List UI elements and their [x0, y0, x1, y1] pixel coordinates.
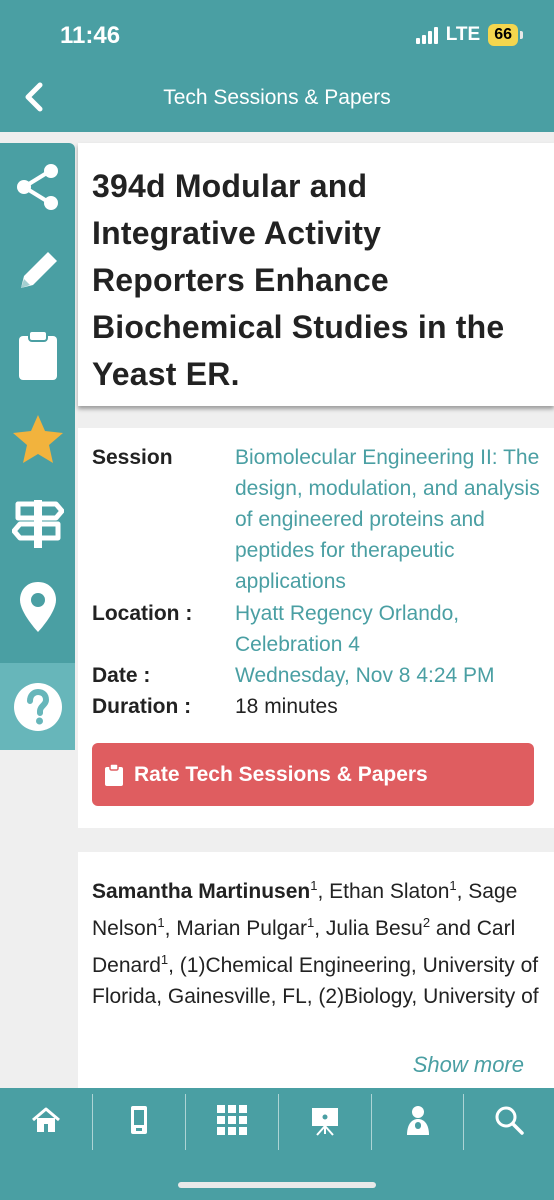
action-sidebar — [0, 143, 75, 750]
help-icon — [13, 682, 62, 731]
author-name: Marian Pulgar — [176, 917, 308, 940]
grid-icon — [217, 1105, 247, 1135]
clipboard-button[interactable] — [0, 315, 75, 395]
session-label: Session — [92, 446, 173, 469]
show-more-link[interactable]: Show more — [413, 1052, 524, 1078]
share-button[interactable] — [0, 147, 75, 227]
date-label: Date : — [92, 664, 151, 687]
location-button[interactable] — [0, 567, 75, 647]
author-name: Ethan Slaton — [329, 880, 450, 903]
location-row: Location : Hyatt Regency Orlando, Celebr… — [92, 598, 545, 660]
network-label: LTE — [445, 24, 481, 45]
session-details-card: Session Biomolecular Engineering II: The… — [78, 428, 554, 828]
authors-card: Samantha Martinusen1, Ethan Slaton1, Sag… — [78, 852, 554, 1088]
share-icon — [16, 164, 58, 210]
date-link[interactable]: Wednesday, Nov 8 4:24 PM — [235, 660, 545, 691]
author-name: Julia Besu — [325, 917, 423, 940]
tab-mobile[interactable] — [93, 1088, 185, 1152]
location-link[interactable]: Hyatt Regency Orlando, Celebration 4 — [235, 598, 545, 660]
speaker-icon — [407, 1106, 429, 1135]
authors-text: Samantha Martinusen1, Ethan Slaton1, Sag… — [92, 878, 539, 1008]
map-pin-icon — [19, 582, 56, 632]
session-row: Session Biomolecular Engineering II: The… — [92, 442, 545, 597]
battery-indicator: 66 — [488, 24, 523, 46]
note-button[interactable] — [0, 231, 75, 311]
home-icon — [32, 1107, 60, 1132]
date-row: Date : Wednesday, Nov 8 4:24 PM — [92, 660, 545, 691]
help-button[interactable] — [0, 663, 75, 750]
duration-row: Duration : 18 minutes — [92, 691, 545, 722]
duration-value: 18 minutes — [235, 695, 338, 718]
tab-home[interactable] — [0, 1088, 92, 1152]
duration-label: Duration : — [92, 695, 192, 718]
tab-speakers[interactable] — [372, 1088, 464, 1152]
home-indicator — [178, 1182, 376, 1188]
rate-button-label: Rate Tech Sessions & Papers — [134, 762, 428, 786]
paper-title-card: 394d Modular and Integrative Activity Re… — [78, 143, 554, 406]
status-time: 11:46 — [60, 22, 121, 49]
tab-search[interactable] — [464, 1088, 554, 1152]
pencil-icon — [20, 252, 57, 288]
presentation-board-icon — [312, 1108, 338, 1136]
session-link[interactable]: Biomolecular Engineering II: The design,… — [235, 442, 545, 597]
star-icon — [12, 415, 63, 463]
page-title: Tech Sessions & Papers — [163, 86, 391, 109]
signpost-icon — [11, 500, 64, 548]
tab-sessions[interactable] — [279, 1088, 371, 1152]
mobile-device-icon — [131, 1106, 147, 1134]
favorite-button[interactable] — [0, 399, 75, 479]
clipboard-icon — [18, 330, 57, 380]
location-label: Location : — [92, 602, 193, 625]
clipboard-icon — [105, 762, 123, 786]
rate-button[interactable]: Rate Tech Sessions & Papers — [92, 743, 534, 806]
signal-icon — [415, 26, 438, 44]
tab-grid[interactable] — [186, 1088, 278, 1152]
paper-title: 394d Modular and Integrative Activity Re… — [92, 168, 505, 392]
directions-button[interactable] — [0, 483, 75, 563]
author-name: Samantha Martinusen — [92, 880, 311, 903]
search-icon — [495, 1106, 524, 1135]
top-bar: 11:46 LTE 66 Tech Sessions & Papers — [0, 0, 554, 132]
status-indicators: LTE 66 — [415, 24, 523, 46]
